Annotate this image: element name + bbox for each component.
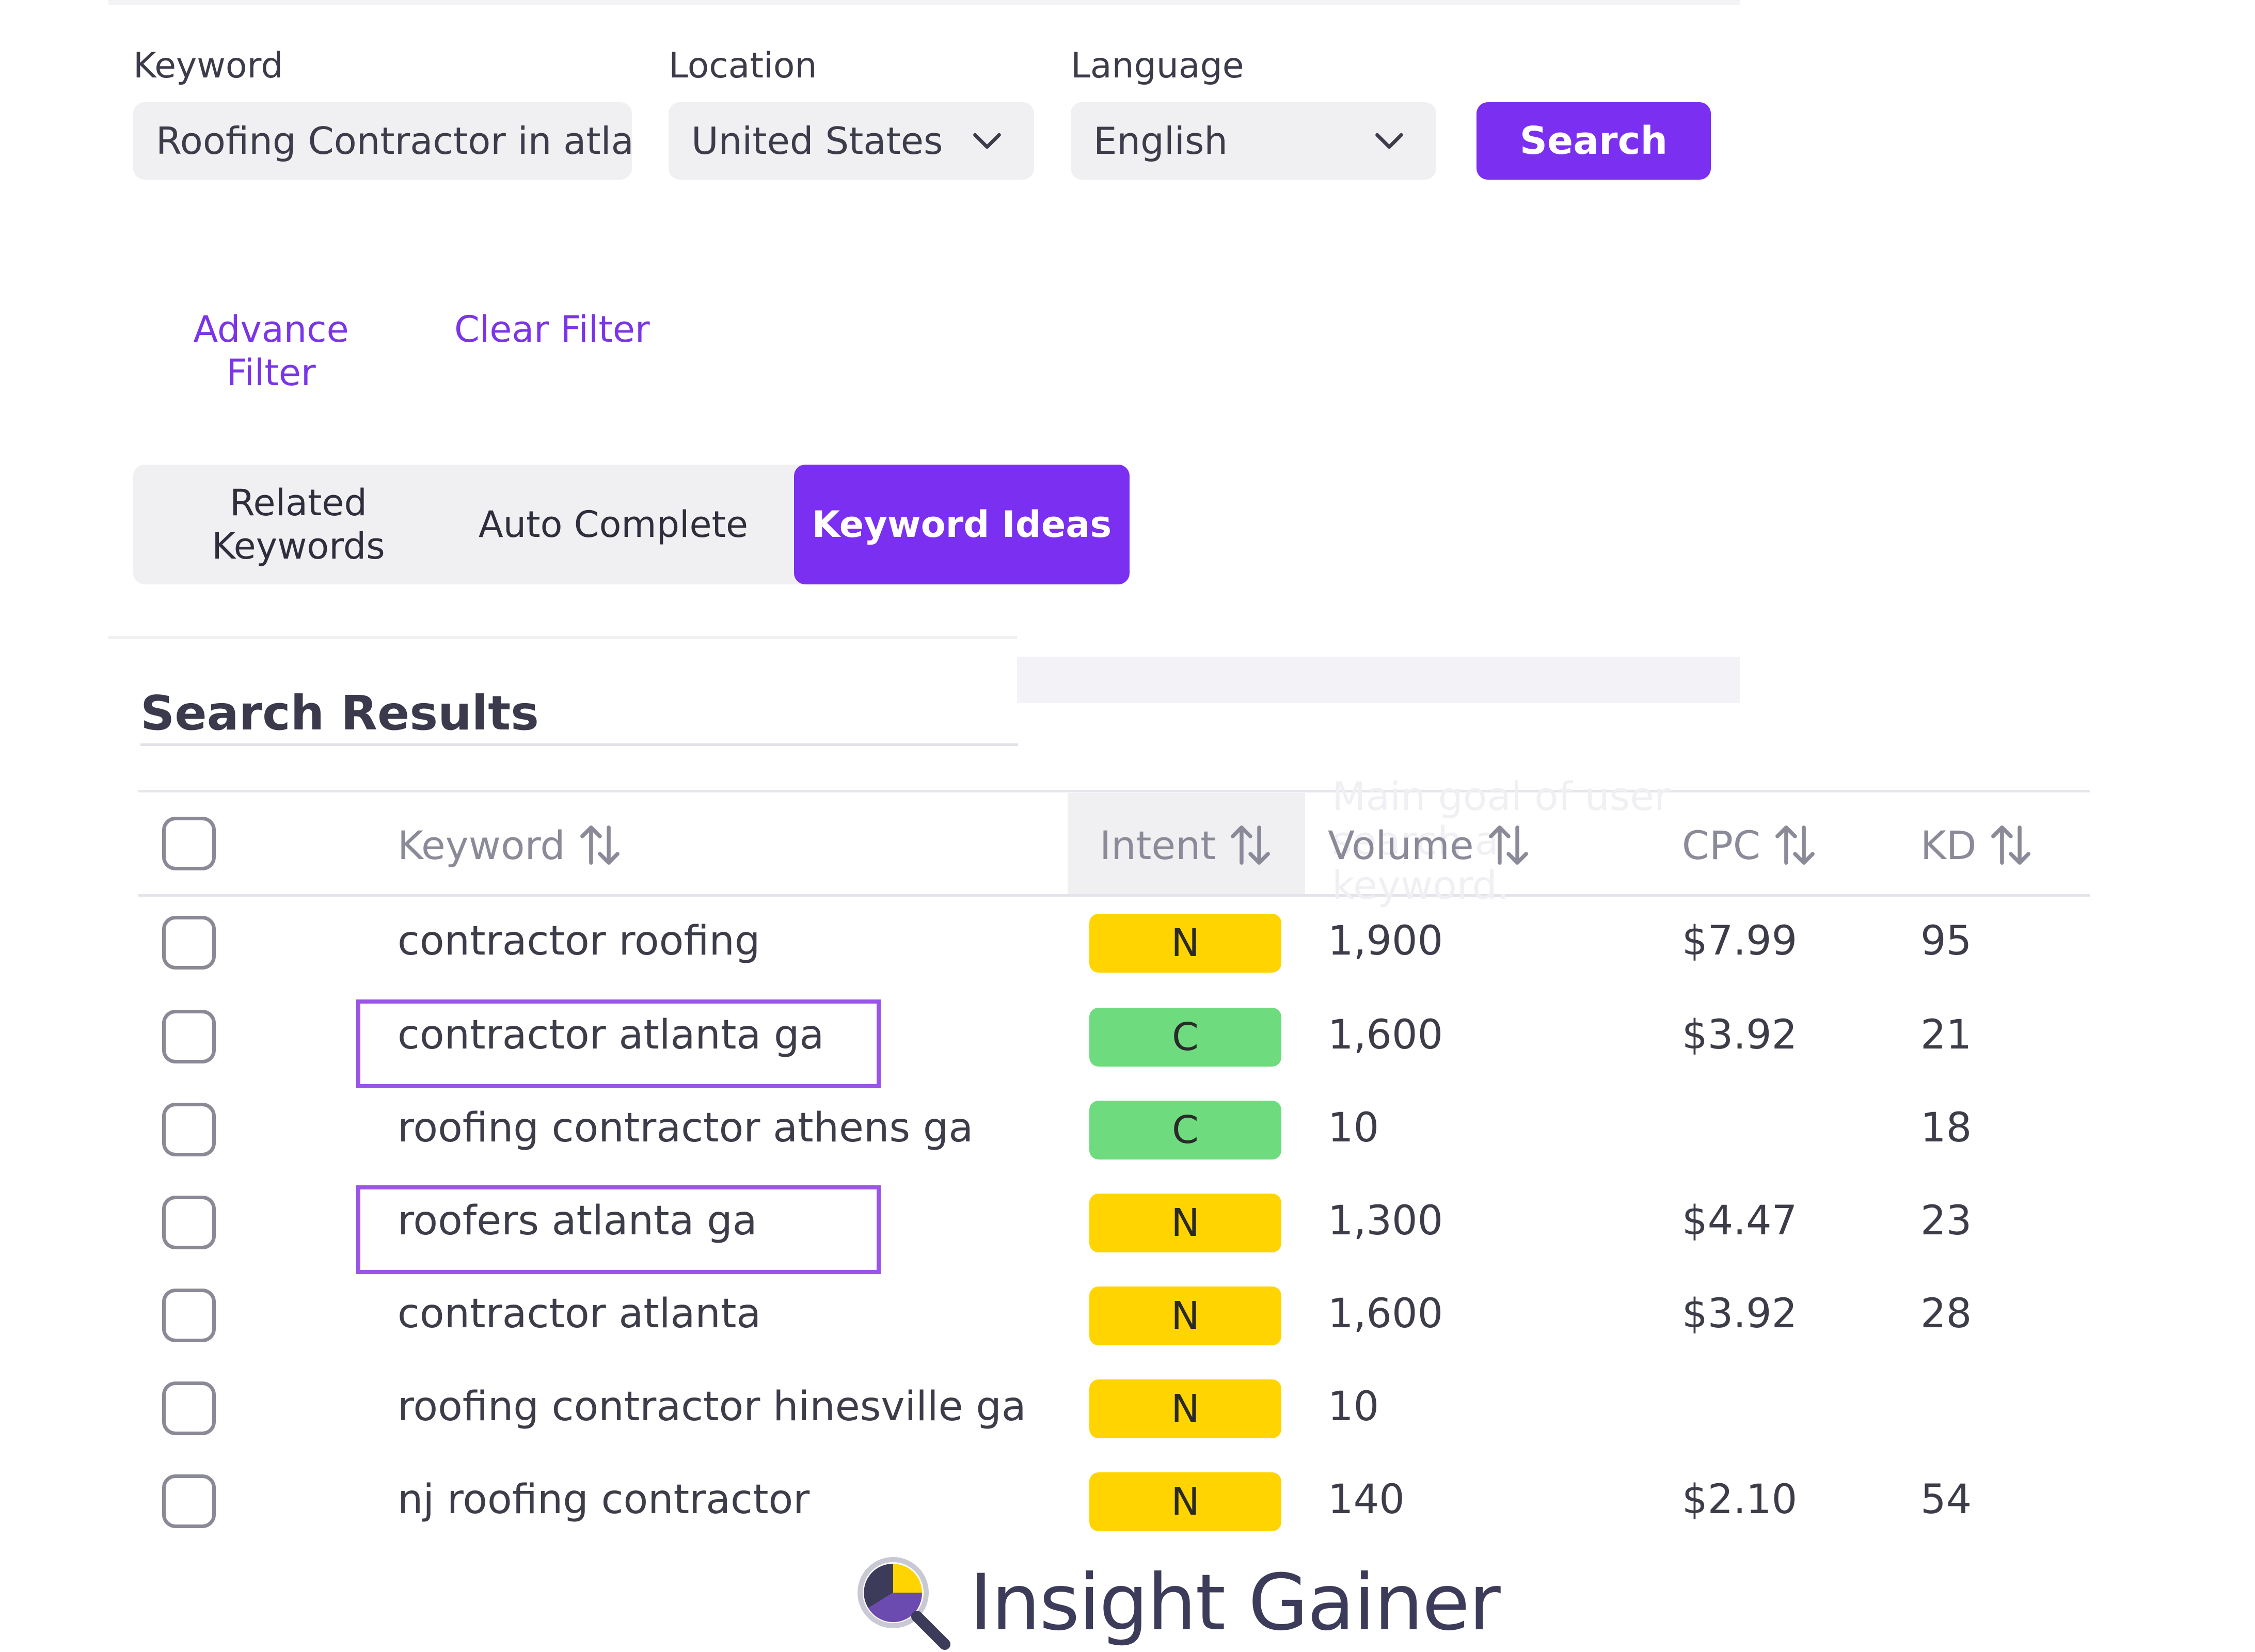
row-checkbox[interactable] [162,1381,216,1435]
search-button[interactable]: Search [1476,102,1711,180]
row-volume: 1,600 [1328,1012,1443,1058]
header-cpc-label: CPC [1682,822,1760,868]
tooltip-line3: keyword. [1332,862,1510,908]
row-keyword: roofing contractor hinesville ga [398,1384,1026,1430]
row-volume: 1,900 [1328,918,1443,964]
row-keyword: roofers atlanta ga [398,1198,757,1244]
search-results-title: Search Results [140,686,539,741]
row-kd: 21 [1920,1012,1972,1058]
row-keyword: roofing contractor athens ga [398,1105,974,1151]
intent-badge: N [1089,1379,1281,1438]
row-checkbox[interactable] [162,916,216,970]
location-value: United States [691,119,943,163]
top-rule [108,0,1740,5]
row-cpc: $3.92 [1682,1291,1798,1337]
intent-badge: N [1089,1472,1281,1531]
intent-badge: C [1089,1008,1281,1067]
sort-icon[interactable] [1990,822,2032,868]
results-title-underline [140,743,1018,746]
keyword-input[interactable] [156,119,632,163]
language-value: English [1093,119,1228,163]
sort-icon[interactable] [1774,822,1816,868]
sort-icon[interactable] [579,822,621,868]
row-kd: 23 [1920,1198,1972,1244]
row-checkbox[interactable] [162,1010,216,1063]
row-volume: 10 [1328,1384,1379,1430]
clear-filter-link[interactable]: Clear Filter [454,308,650,351]
row-checkbox[interactable] [162,1474,216,1528]
intent-badge: N [1089,914,1281,973]
tab-related-keywords[interactable]: Related Keywords [133,465,464,584]
select-all-checkbox[interactable] [162,817,216,870]
insight-gainer-logo: Insight Gainer [852,1544,1501,1652]
keyword-label: Keyword [133,45,283,86]
sort-icon[interactable] [1487,822,1530,868]
intent-badge: N [1089,1286,1281,1345]
chevron-down-icon [973,133,1001,149]
row-cpc: $4.47 [1682,1198,1798,1244]
language-select[interactable]: English [1071,102,1436,180]
header-cpc[interactable]: CPC [1682,822,1816,868]
row-checkbox[interactable] [162,1196,216,1249]
advance-filter-link[interactable]: Advance Filter [176,308,367,394]
row-cpc: $7.99 [1682,918,1798,964]
language-label: Language [1071,45,1244,86]
header-kd-label: KD [1920,822,1977,868]
sort-icon[interactable] [1229,822,1272,868]
row-cpc: $3.92 [1682,1012,1798,1058]
row-keyword: contractor roofing [398,918,760,964]
logo-text: Insight Gainer [970,1558,1501,1648]
table-header-border [138,894,2090,897]
location-select[interactable]: United States [669,102,1034,180]
tab-keyword-ideas[interactable]: Keyword Ideas [794,465,1130,584]
row-keyword: contractor atlanta [398,1291,761,1337]
section-divider [108,636,1017,639]
header-keyword[interactable]: Keyword [398,822,621,868]
tab-related-line1: Related [230,482,367,524]
header-volume-label: Volume [1328,822,1474,868]
advance-filter-line2: Filter [226,352,316,394]
row-volume: 140 [1328,1476,1405,1523]
row-volume: 10 [1328,1105,1379,1151]
header-volume[interactable]: Volume [1328,822,1530,868]
row-keyword: nj roofing contractor [398,1476,810,1523]
tab-related-line2: Keywords [212,525,385,567]
row-kd: 54 [1920,1476,1972,1523]
row-checkbox[interactable] [162,1103,216,1156]
header-intent[interactable]: Intent [1100,822,1272,868]
tooltip-line1: Main goal of user [1332,773,1671,819]
header-intent-label: Intent [1100,822,1216,868]
table-top-border [138,790,2090,792]
row-volume: 1,300 [1328,1198,1443,1244]
location-label: Location [669,45,817,86]
section-band [1017,657,1740,703]
row-cpc: $2.10 [1682,1476,1798,1523]
advance-filter-line1: Advance [193,308,349,351]
chevron-down-icon [1375,133,1403,149]
header-keyword-label: Keyword [398,822,565,868]
header-kd[interactable]: KD [1920,822,2032,868]
keyword-field[interactable] [133,102,632,180]
intent-badge: N [1089,1194,1281,1252]
row-kd: 95 [1920,918,1972,964]
row-kd: 28 [1920,1291,1972,1337]
row-keyword: contractor atlanta ga [398,1012,824,1058]
page: Keyword Location Language United States … [0,0,2255,1652]
keyword-tool-panel [108,0,1740,1544]
row-volume: 1,600 [1328,1291,1443,1337]
tab-auto-complete[interactable]: Auto Complete [464,465,763,584]
intent-badge: C [1089,1101,1281,1159]
magnifier-pie-icon [857,1557,950,1650]
row-kd: 18 [1920,1105,1972,1151]
row-checkbox[interactable] [162,1289,216,1342]
result-tabs: Related Keywords Auto Complete Keyword I… [133,465,1130,584]
